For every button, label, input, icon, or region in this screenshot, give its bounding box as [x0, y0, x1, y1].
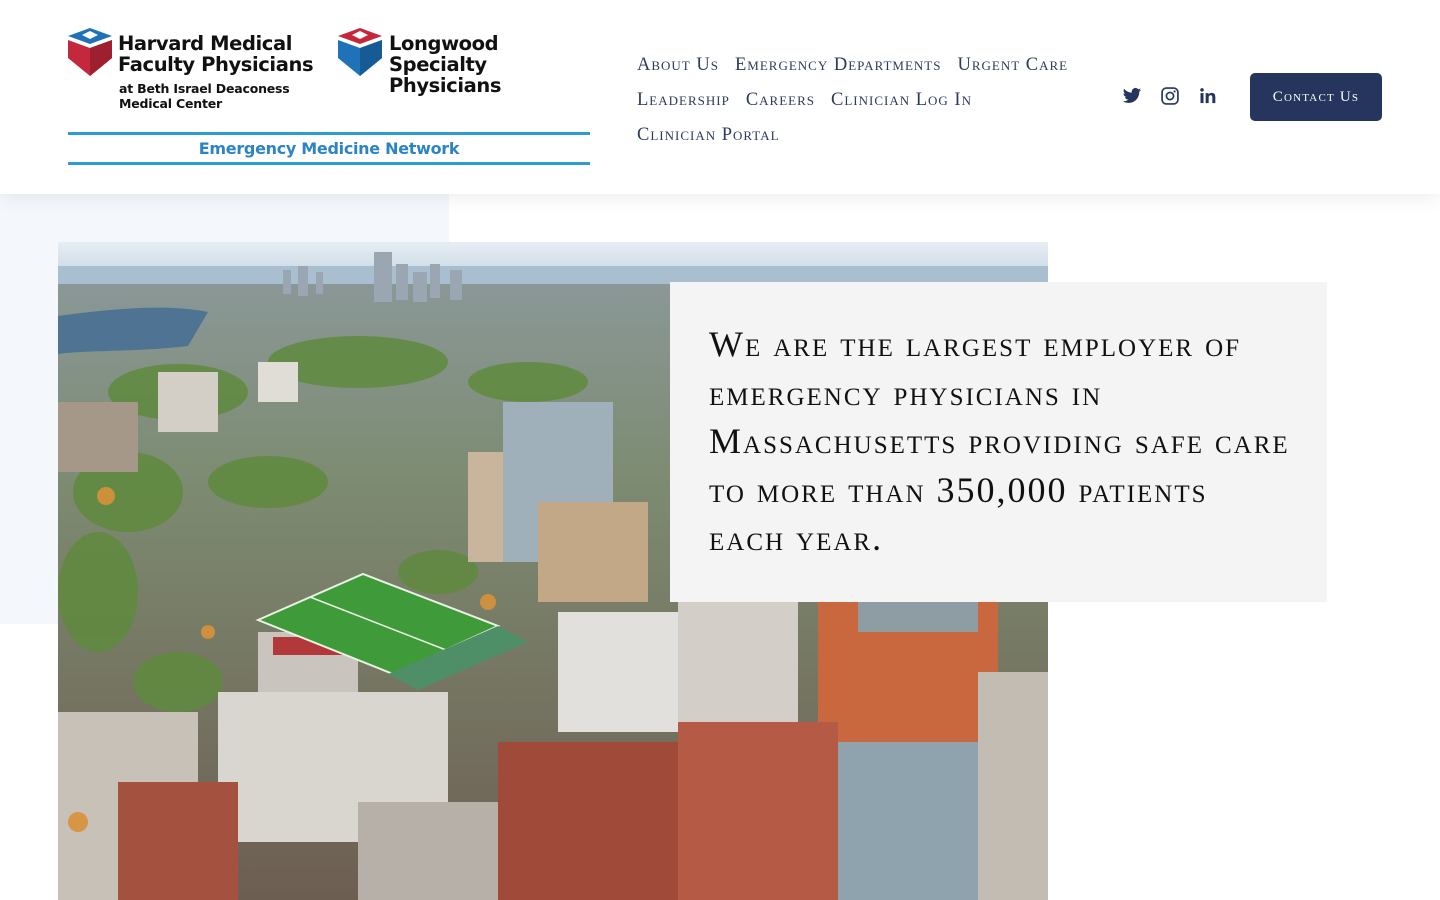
site-header: Harvard Medical Faculty Physicians at Be… [0, 0, 1440, 194]
hmfp-shield-icon [68, 28, 112, 76]
logo-longwood-line1: Longwood [389, 32, 499, 55]
longwood-shield-icon [338, 28, 382, 76]
nav-about-us[interactable]: About Us [637, 55, 719, 76]
twitter-icon[interactable] [1122, 86, 1142, 106]
linkedin-icon[interactable] [1198, 86, 1218, 106]
social-links [1122, 86, 1218, 106]
nav-careers[interactable]: Careers [746, 90, 815, 111]
instagram-icon[interactable] [1160, 86, 1180, 106]
logo-hmfp-line1: Harvard Medical [118, 32, 293, 55]
logo-divider-bottom [68, 162, 590, 165]
nav-clinician-log-in[interactable]: Clinician Log In [831, 90, 972, 111]
logo-longwood-line2: Specialty Physicians [389, 53, 502, 97]
mission-statement-text: We are the largest employer of emergency… [709, 324, 1290, 558]
logo-hmfp-line2: Faculty Physicians [118, 53, 314, 76]
contact-us-button[interactable]: Contact Us [1250, 73, 1382, 121]
logo-hmfp-sub2: Medical Center [119, 96, 222, 111]
logo-hmfp-sub1: at Beth Israel Deaconess [119, 81, 290, 96]
mission-statement-card: We are the largest employer of emergency… [670, 282, 1327, 602]
nav-row: Leadership Careers Clinician Log In [637, 83, 1087, 118]
logo-network-label: Emergency Medicine Network [198, 139, 460, 158]
nav-leadership[interactable]: Leadership [637, 90, 730, 111]
nav-row: Clinician Portal [637, 118, 1087, 153]
site-logo[interactable]: Harvard Medical Faculty Physicians at Be… [66, 26, 592, 168]
nav-clinician-portal[interactable]: Clinician Portal [637, 125, 780, 146]
nav-emergency-departments[interactable]: Emergency Departments [735, 55, 942, 76]
main-nav: About Us Emergency Departments Urgent Ca… [637, 48, 1087, 153]
nav-row: About Us Emergency Departments Urgent Ca… [637, 48, 1087, 83]
nav-urgent-care[interactable]: Urgent Care [957, 55, 1068, 76]
logo-divider-top [68, 132, 590, 135]
